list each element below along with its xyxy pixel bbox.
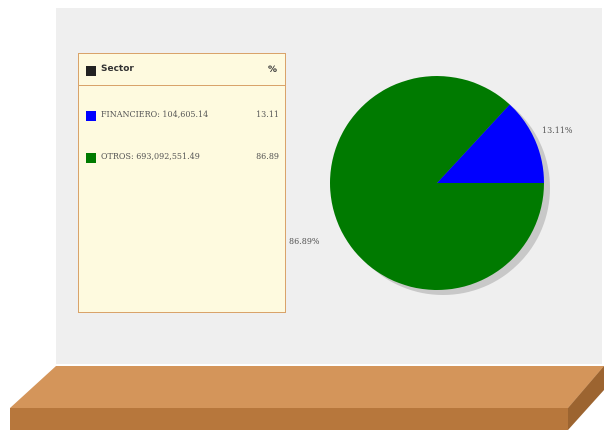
slice-label-otros: 86.89% — [289, 237, 320, 246]
slice-label-financiero: 13.11% — [542, 126, 573, 135]
pie-chart: 13.11% 86.89% — [289, 76, 573, 295]
chart-stage: Sector % FINANCIERO: 104,605.14 13.11 OT… — [0, 0, 604, 430]
